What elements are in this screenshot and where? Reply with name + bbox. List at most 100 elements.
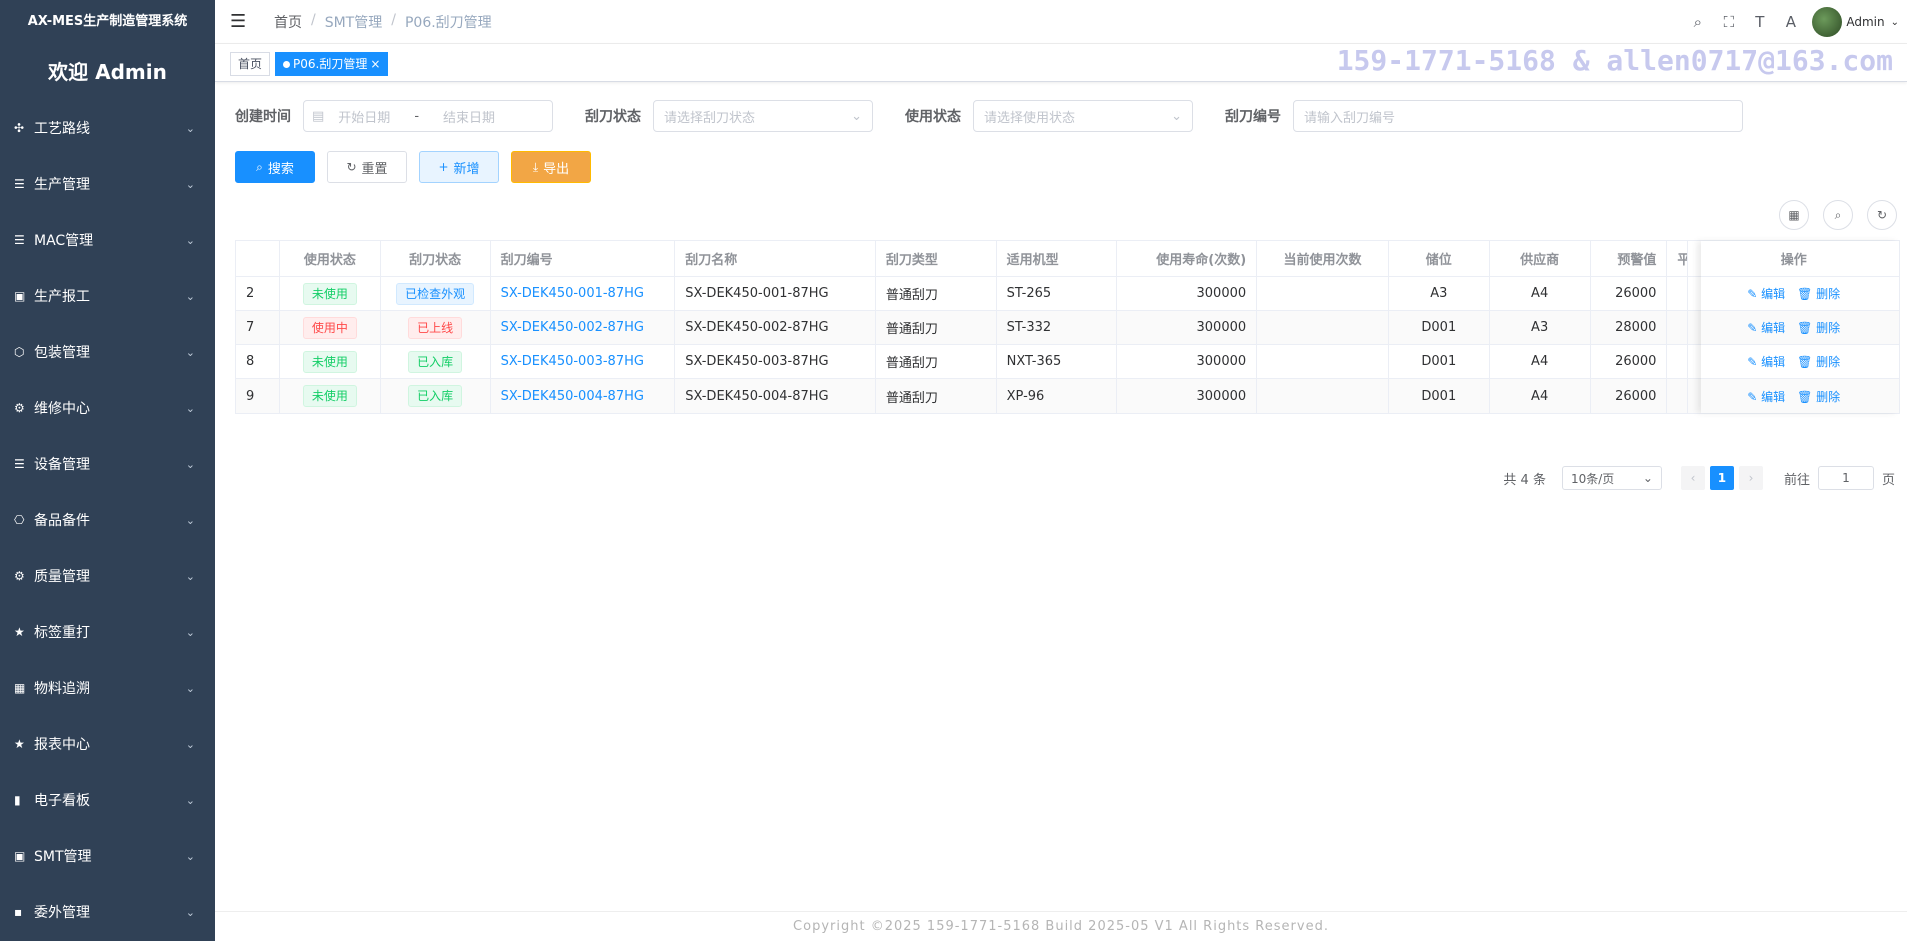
sidebar-item[interactable]: ☰ 生产管理 ⌄ bbox=[0, 156, 215, 212]
hamburger-icon[interactable]: ☰ bbox=[230, 11, 250, 32]
delete-button[interactable]: 🗑 删除 bbox=[1797, 353, 1840, 370]
translate-icon[interactable]: A bbox=[1775, 13, 1806, 31]
page-number[interactable]: 1 bbox=[1709, 466, 1734, 490]
user-name[interactable]: Admin bbox=[1846, 15, 1884, 29]
grid-circles-icon: ⚙ bbox=[14, 569, 25, 583]
blade-no-link[interactable]: SX-DEK450-003-87HG bbox=[501, 354, 644, 369]
edit-button[interactable]: ✎ 编辑 bbox=[1747, 285, 1785, 302]
sidebar-item-label: MAC管理 bbox=[34, 233, 94, 249]
use-status-cell: 未使用 bbox=[280, 345, 381, 378]
avatar[interactable] bbox=[1812, 7, 1843, 37]
sidebar-item[interactable]: ⚙ 维修中心 ⌄ bbox=[0, 380, 215, 436]
tag-active-label: P06.刮刀管理 bbox=[293, 57, 368, 71]
blade-name-cell: SX-DEK450-003-87HG bbox=[675, 345, 876, 378]
edit-button[interactable]: ✎ 编辑 bbox=[1747, 388, 1785, 405]
list-icon: ☰ bbox=[14, 177, 25, 191]
actions-cell: ✎ 编辑 🗑 删除 bbox=[1688, 277, 1899, 310]
sidebar-item[interactable]: ⚙ 质量管理 ⌄ bbox=[0, 548, 215, 604]
search-icon[interactable]: ⌕ bbox=[1682, 13, 1713, 31]
supplier-cell: A4 bbox=[1490, 345, 1591, 378]
blade-type-cell: 普通刮刀 bbox=[876, 379, 997, 413]
id-cell: 2 bbox=[236, 277, 280, 310]
breadcrumb-home[interactable]: 首页 bbox=[274, 12, 302, 32]
page-size-select[interactable]: 10条/页 ⌄ bbox=[1561, 466, 1662, 490]
chart-monitor-icon: ▣ bbox=[14, 289, 26, 303]
goto-input[interactable]: 1 bbox=[1817, 466, 1874, 490]
chevron-down-icon: ⌄ bbox=[185, 401, 195, 415]
sidebar-item[interactable]: ☰ MAC管理 ⌄ bbox=[0, 212, 215, 268]
edit-button[interactable]: ✎ 编辑 bbox=[1747, 353, 1785, 370]
life-cell: 300000 bbox=[1117, 311, 1258, 344]
add-button[interactable]: + 新增 bbox=[419, 151, 499, 183]
actions-cell: ✎ 编辑 🗑 删除 bbox=[1688, 379, 1899, 413]
edit-icon: ✎ bbox=[1747, 287, 1762, 301]
export-button[interactable]: ⤓ 导出 bbox=[511, 151, 591, 183]
tag-active[interactable]: P06.刮刀管理 × bbox=[275, 52, 389, 76]
prev-page-button[interactable]: ‹ bbox=[1680, 466, 1705, 490]
use-status-cell: 未使用 bbox=[280, 379, 381, 413]
columns-icon[interactable]: ▦ bbox=[1779, 200, 1809, 230]
blade-no-link[interactable]: SX-DEK450-002-87HG bbox=[501, 320, 644, 335]
sidebar-item[interactable]: ▮ 电子看板 ⌄ bbox=[0, 772, 215, 828]
edit-icon: ✎ bbox=[1747, 355, 1762, 369]
location-cell: D001 bbox=[1389, 311, 1490, 344]
table-row[interactable]: 7 使用中 已上线 SX-DEK450-002-87HG SX-DEK450-002-8… bbox=[236, 311, 1899, 345]
sidebar-item[interactable]: ⎔ 备品备件 ⌄ bbox=[0, 492, 215, 548]
sidebar-item[interactable]: ▣ SMT管理 ⌄ bbox=[0, 828, 215, 884]
page-jumper: 前往 1 页 bbox=[1784, 466, 1895, 490]
table-row[interactable]: 9 未使用 已入库 SX-DEK450-004-87HG SX-DEK450-004-8… bbox=[236, 379, 1899, 413]
location-cell: D001 bbox=[1389, 345, 1490, 378]
fullscreen-icon[interactable]: ⛶ bbox=[1713, 13, 1744, 31]
blade-no-link[interactable]: SX-DEK450-001-87HG bbox=[501, 286, 644, 301]
sidebar-item[interactable]: ☰ 设备管理 ⌄ bbox=[0, 436, 215, 492]
close-icon[interactable]: × bbox=[370, 57, 380, 71]
date-range-picker[interactable]: ▤ 开始日期 - 结束日期 bbox=[303, 100, 553, 132]
footer: Copyright ©2025 159-1771-5168 Build 2025… bbox=[215, 911, 1907, 941]
sidebar-item[interactable]: ⬡ 包装管理 ⌄ bbox=[0, 324, 215, 380]
sidebar-item[interactable]: ✣ 工艺路线 ⌄ bbox=[0, 100, 215, 156]
edit-icon: ✎ bbox=[1747, 389, 1762, 404]
start-date-placeholder[interactable]: 开始日期 bbox=[338, 107, 390, 126]
sidebar-item[interactable]: ▣ 生产报工 ⌄ bbox=[0, 268, 215, 324]
blade-no-link[interactable]: SX-DEK450-004-87HG bbox=[501, 389, 644, 404]
delete-label: 删除 bbox=[1816, 355, 1841, 369]
search-button[interactable]: ⌕ 搜索 bbox=[235, 151, 315, 183]
chevron-down-icon: ⌄ bbox=[185, 737, 195, 751]
table-row[interactable]: 8 未使用 已入库 SX-DEK450-003-87HG SX-DEK450-003-8… bbox=[236, 345, 1899, 379]
blade-no-cell: SX-DEK450-001-87HG bbox=[491, 277, 676, 310]
sidebar-item[interactable]: ▦ 物料追溯 ⌄ bbox=[0, 660, 215, 716]
use-status-select[interactable]: 请选择使用状态 ⌄ bbox=[973, 100, 1193, 132]
column-header: 使用寿命(次数) bbox=[1117, 241, 1258, 276]
sidebar-item-label: 设备管理 bbox=[34, 457, 90, 473]
sidebar-item-label: 质量管理 bbox=[34, 569, 90, 585]
edit-label: 编辑 bbox=[1761, 287, 1786, 301]
column-header: 适用机型 bbox=[997, 241, 1118, 276]
font-size-icon[interactable]: T bbox=[1744, 13, 1775, 31]
reset-button[interactable]: ↻ 重置 bbox=[327, 151, 407, 183]
sidebar-item[interactable]: ★ 标签重打 ⌄ bbox=[0, 604, 215, 660]
table-row[interactable]: 2 未使用 已检查外观 SX-DEK450-001-87HG SX-DEK450-001… bbox=[236, 277, 1899, 311]
sidebar-item[interactable]: ★ 报表中心 ⌄ bbox=[0, 716, 215, 772]
life-cell: 300000 bbox=[1117, 379, 1258, 413]
delete-button[interactable]: 🗑 删除 bbox=[1797, 388, 1840, 405]
delete-label: 删除 bbox=[1816, 287, 1841, 301]
end-date-placeholder[interactable]: 结束日期 bbox=[443, 107, 495, 126]
refresh-icon[interactable]: ↻ bbox=[1867, 200, 1897, 230]
tag-home[interactable]: 首页 bbox=[230, 52, 271, 76]
search-toggle-icon[interactable]: ⌕ bbox=[1823, 200, 1853, 230]
blade-status-cell: 已入库 bbox=[381, 379, 491, 413]
next-page-button[interactable]: › bbox=[1738, 466, 1763, 490]
sidebar-item[interactable]: ▪ 委外管理 ⌄ bbox=[0, 884, 215, 940]
blade-no-input[interactable]: 请输入刮刀编号 bbox=[1293, 100, 1743, 132]
navbar: ☰ 首页 / SMT管理 / P06.刮刀管理 ⌕ ⛶ T A Admin ⌄ bbox=[215, 0, 1907, 44]
status-badge: 使用中 bbox=[302, 316, 357, 339]
blade-status-select[interactable]: 请选择刮刀状态 ⌄ bbox=[653, 100, 873, 132]
delete-button[interactable]: 🗑 删除 bbox=[1797, 285, 1840, 302]
supplier-cell: A4 bbox=[1490, 277, 1591, 310]
model-cell: ST-332 bbox=[997, 311, 1118, 344]
pagination: 共 4 条 10条/页 ⌄ ‹ 1 › 前往 1 页 bbox=[1503, 466, 1895, 490]
sidebar-item-label: 标签重打 bbox=[34, 625, 90, 641]
edit-button[interactable]: ✎ 编辑 bbox=[1747, 319, 1785, 336]
delete-button[interactable]: 🗑 删除 bbox=[1797, 319, 1840, 336]
chevron-down-icon[interactable]: ⌄ bbox=[1891, 17, 1899, 28]
